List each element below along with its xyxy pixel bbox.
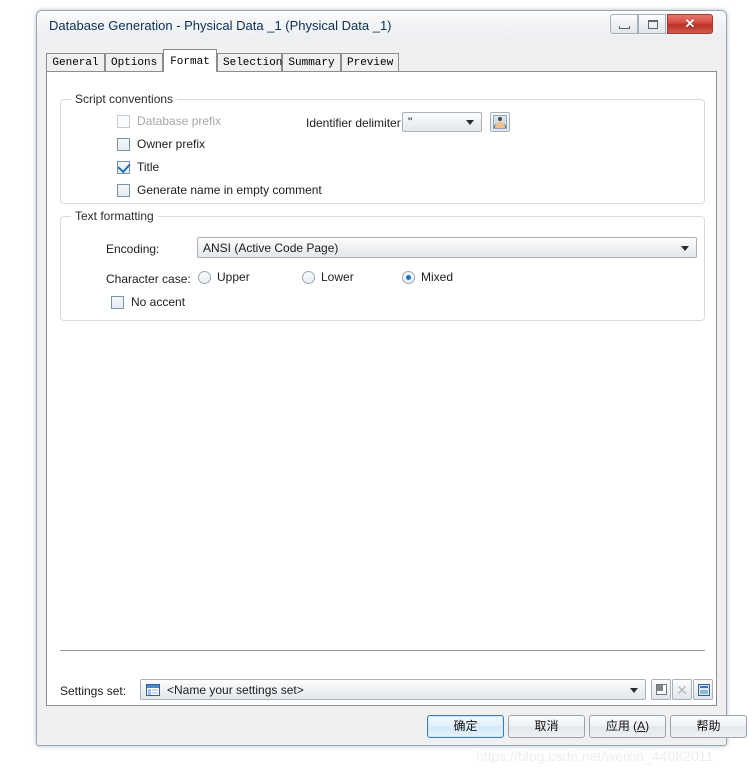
dialog-window: Database Generation - Physical Data _1 (… [36,10,747,747]
apply-button[interactable]: 应用 (A) [589,715,666,738]
radio-upper[interactable]: Upper [198,270,250,284]
checkbox-database-prefix: Database prefix [117,114,221,128]
delete-icon: ✕ [676,682,688,698]
checkbox-title[interactable]: Title [117,159,160,174]
tab-format[interactable]: Format [163,49,217,72]
user-avatar-icon [493,115,507,129]
database-prefix-label: Database prefix [137,114,222,128]
help-button[interactable]: 帮助 [670,715,747,738]
settings-grid-icon [146,684,160,696]
radio-dot-icon [406,274,411,280]
minimize-button[interactable] [610,14,638,34]
lower-radio-icon[interactable] [302,270,315,284]
title-checkbox-icon[interactable] [117,159,131,174]
close-icon: ✕ [684,16,696,31]
tab-options[interactable]: Options [105,53,163,72]
tab-preview[interactable]: Preview [341,53,399,72]
identifier-delimiter-combo[interactable]: " [402,112,482,132]
no-accent-checkbox-icon[interactable] [111,295,124,309]
text-formatting-title: Text formatting [71,209,158,223]
generate-name-checkbox-icon[interactable] [117,183,130,197]
checkmark-icon [117,159,131,173]
mixed-radio-icon[interactable] [402,270,415,284]
tab-selection[interactable]: Selection [217,53,282,72]
restore-icon [648,20,658,29]
apply-accel-key: A [637,719,646,733]
owner-prefix-label: Owner prefix [137,137,206,151]
close-button[interactable]: ✕ [667,14,713,34]
tab-strip: General Options Format Selection Summary… [46,49,717,72]
checkbox-no-accent[interactable]: No accent [111,295,185,309]
ok-button[interactable]: 确定 [427,715,504,738]
title-label: Title [137,160,160,174]
window-title: Database Generation - Physical Data _1 (… [49,18,392,33]
mixed-label: Mixed [421,270,454,284]
radio-mixed[interactable]: Mixed [402,270,453,284]
identifier-delimiter-label: Identifier delimiter: [306,116,405,130]
settings-set-label: Settings set: [60,684,127,698]
script-conventions-title: Script conventions [71,92,178,106]
cancel-button[interactable]: 取消 [508,715,585,738]
encoding-value: ANSI (Active Code Page) [203,240,339,255]
chevron-down-icon [630,687,638,693]
checkbox-generate-name-in-empty-comment[interactable]: Generate name in empty comment [117,183,322,197]
database-prefix-checkbox-icon [117,114,130,128]
properties-settings-button[interactable] [693,679,713,700]
upper-radio-icon[interactable] [198,270,211,284]
chevron-down-icon [466,120,474,125]
identifier-delimiter-user-button[interactable] [490,112,510,132]
encoding-label: Encoding: [106,242,160,256]
tab-summary[interactable]: Summary [282,53,341,72]
identifier-delimiter-value: " [408,115,413,129]
no-accent-label: No accent [131,295,186,309]
save-settings-set-button[interactable] [651,679,671,700]
watermark: https://blog.csdn.net/weixin_44082011 [476,748,714,764]
chevron-down-icon [681,245,689,251]
generate-name-label: Generate name in empty comment [137,183,322,197]
script-conventions-group: Script conventions Database prefix Owner… [60,92,705,204]
owner-prefix-checkbox-icon[interactable] [117,137,130,151]
tab-general[interactable]: General [46,53,105,72]
checkbox-owner-prefix[interactable]: Owner prefix [117,137,205,151]
dialog-footer: 确定 取消 应用 (A) 帮助 [37,709,747,747]
tab-content-panel: Script conventions Database prefix Owner… [46,71,717,706]
save-icon [656,684,667,695]
minimize-icon [619,26,630,29]
restore-button[interactable] [638,14,666,34]
settings-set-value: <Name your settings set> [167,682,304,697]
character-case-label: Character case: [106,272,191,286]
properties-icon [698,684,710,696]
settings-set-combo[interactable]: <Name your settings set> [140,679,646,700]
upper-label: Upper [217,270,250,284]
text-formatting-group: Text formatting Encoding: ANSI (Active C… [60,209,705,321]
encoding-combo[interactable]: ANSI (Active Code Page) [197,237,697,258]
apply-suffix: ) [645,719,650,733]
delete-settings-set-button[interactable]: ✕ [672,679,692,700]
footer-separator [60,650,705,651]
title-bar: Database Generation - Physical Data _1 (… [37,11,726,41]
apply-prefix: 应用 ( [605,719,638,733]
radio-lower[interactable]: Lower [302,270,354,284]
lower-label: Lower [321,270,354,284]
